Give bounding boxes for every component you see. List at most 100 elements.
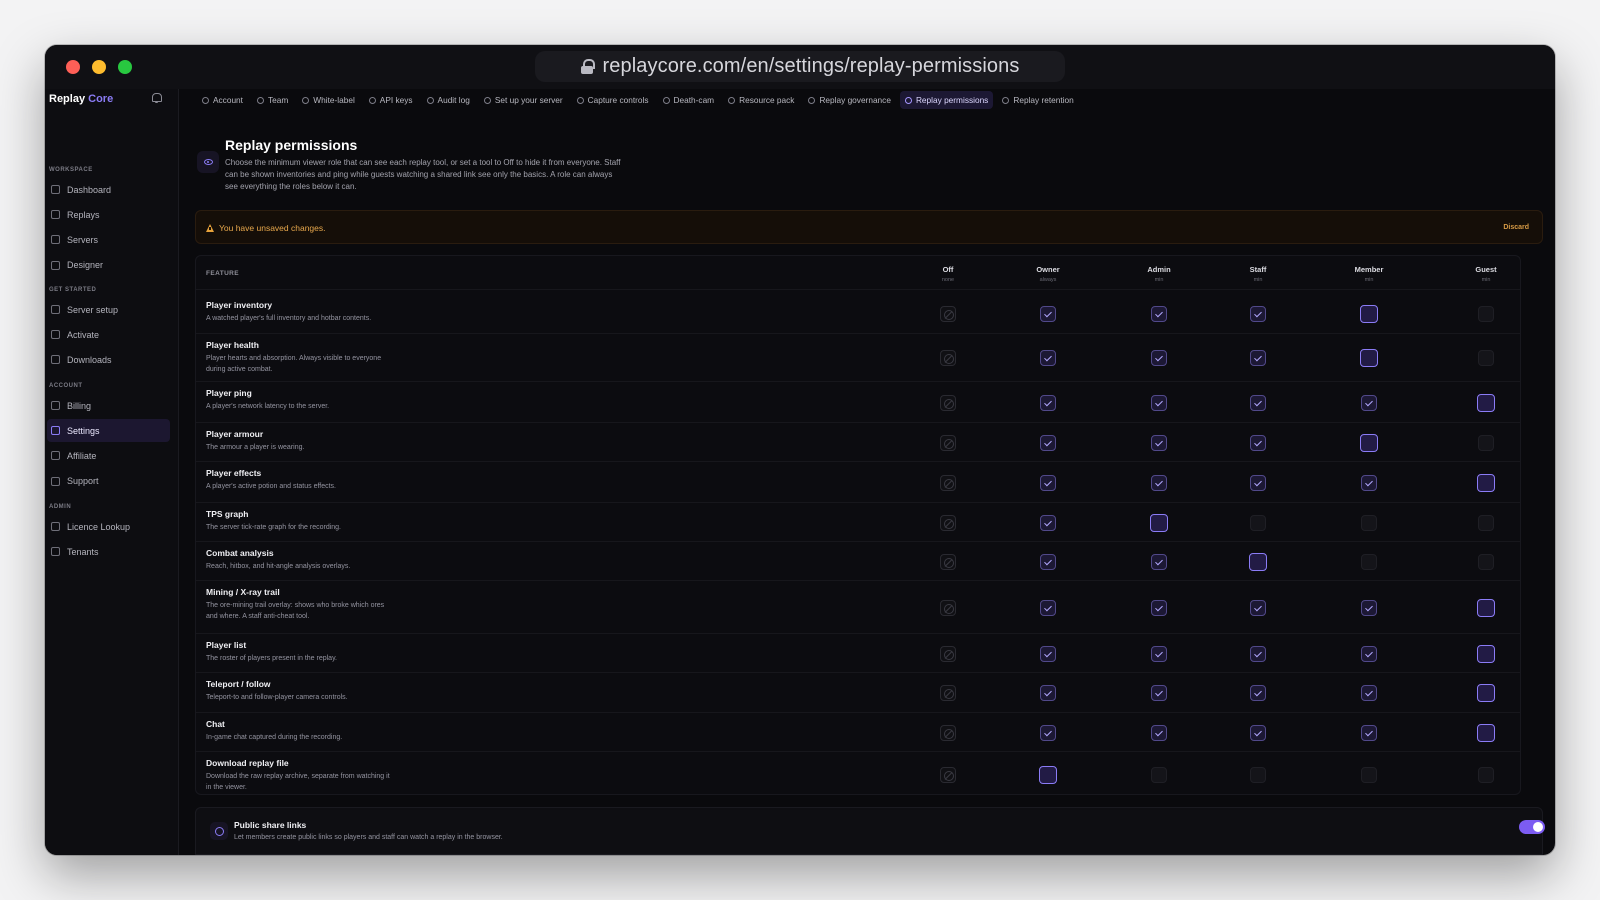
- off-radio[interactable]: [940, 724, 956, 741]
- permission-checkbox-guest[interactable]: [1478, 553, 1494, 570]
- permission-checkbox-staff[interactable]: [1249, 552, 1267, 571]
- permission-checkbox-admin[interactable]: [1151, 553, 1167, 570]
- tab-death-cam[interactable]: Death-cam: [658, 91, 720, 109]
- share-links-toggle[interactable]: [1519, 820, 1545, 834]
- permission-checkbox-member[interactable]: [1361, 685, 1377, 701]
- sidebar-item-settings[interactable]: Settings: [47, 419, 170, 443]
- permission-checkbox-guest[interactable]: [1478, 766, 1494, 783]
- permission-checkbox-member[interactable]: [1361, 766, 1377, 783]
- sidebar-item-affiliate[interactable]: Affiliate: [47, 444, 170, 467]
- sidebar-item-licence-lookup[interactable]: Licence Lookup: [47, 515, 170, 538]
- permission-checkbox-owner[interactable]: [1040, 553, 1056, 570]
- close-window-button[interactable]: [66, 60, 80, 74]
- permission-checkbox-staff[interactable]: [1250, 685, 1266, 701]
- permission-checkbox-staff[interactable]: [1250, 350, 1266, 366]
- permission-checkbox-owner[interactable]: [1040, 474, 1056, 491]
- off-radio[interactable]: [940, 514, 956, 531]
- permission-checkbox-member[interactable]: [1361, 645, 1377, 662]
- sidebar-item-dashboard[interactable]: Dashboard: [47, 178, 170, 201]
- tab-replay-permissions[interactable]: Replay permissions: [899, 91, 994, 109]
- off-radio[interactable]: [940, 306, 956, 322]
- permission-checkbox-staff[interactable]: [1250, 474, 1266, 491]
- sidebar-item-replays[interactable]: Replays: [47, 203, 170, 226]
- permission-checkbox-owner[interactable]: [1040, 724, 1056, 741]
- off-radio[interactable]: [940, 685, 956, 701]
- permission-checkbox-staff[interactable]: [1250, 599, 1266, 616]
- brand-logo[interactable]: Replay Core: [49, 93, 113, 105]
- permission-checkbox-guest[interactable]: [1477, 473, 1495, 492]
- permission-checkbox-staff[interactable]: [1250, 306, 1266, 322]
- off-radio[interactable]: [940, 599, 956, 616]
- off-radio[interactable]: [940, 350, 956, 366]
- sidebar-item-downloads[interactable]: Downloads: [47, 348, 170, 371]
- tab-resource-pack[interactable]: Resource pack: [723, 91, 799, 109]
- permission-checkbox-admin[interactable]: [1151, 599, 1167, 616]
- permission-checkbox-staff[interactable]: [1250, 514, 1266, 531]
- permission-checkbox-owner[interactable]: [1039, 765, 1057, 784]
- permission-checkbox-owner[interactable]: [1040, 645, 1056, 662]
- permission-checkbox-admin[interactable]: [1151, 434, 1167, 451]
- permission-checkbox-guest[interactable]: [1478, 350, 1494, 366]
- tab-white-label[interactable]: White-label: [297, 91, 360, 109]
- off-radio[interactable]: [940, 434, 956, 451]
- permission-checkbox-guest[interactable]: [1478, 306, 1494, 322]
- permission-checkbox-admin[interactable]: [1151, 685, 1167, 701]
- permission-checkbox-owner[interactable]: [1040, 306, 1056, 322]
- permission-checkbox-admin[interactable]: [1151, 766, 1167, 783]
- permission-checkbox-admin[interactable]: [1151, 724, 1167, 741]
- permission-checkbox-admin[interactable]: [1151, 394, 1167, 411]
- permission-checkbox-staff[interactable]: [1250, 434, 1266, 451]
- off-radio[interactable]: [940, 394, 956, 411]
- permission-checkbox-staff[interactable]: [1250, 394, 1266, 411]
- permission-checkbox-owner[interactable]: [1040, 685, 1056, 701]
- off-radio[interactable]: [940, 645, 956, 662]
- permission-checkbox-member[interactable]: [1360, 349, 1378, 367]
- permission-checkbox-staff[interactable]: [1250, 766, 1266, 783]
- off-radio[interactable]: [940, 474, 956, 491]
- permission-checkbox-member[interactable]: [1360, 305, 1378, 323]
- tab-replay-governance[interactable]: Replay governance: [803, 91, 896, 109]
- permission-checkbox-owner[interactable]: [1040, 434, 1056, 451]
- sidebar-item-designer[interactable]: Designer: [47, 254, 170, 277]
- sidebar-item-activate[interactable]: Activate: [47, 323, 170, 346]
- permission-checkbox-member[interactable]: [1361, 724, 1377, 741]
- sidebar-item-tenants[interactable]: Tenants: [47, 540, 170, 563]
- maximize-window-button[interactable]: [118, 60, 132, 74]
- off-radio[interactable]: [940, 766, 956, 783]
- permission-checkbox-admin[interactable]: [1151, 645, 1167, 662]
- sidebar-item-server-setup[interactable]: Server setup: [47, 298, 170, 321]
- tab-account[interactable]: Account: [197, 91, 248, 109]
- permission-checkbox-guest[interactable]: [1477, 598, 1495, 617]
- permission-checkbox-guest[interactable]: [1477, 644, 1495, 663]
- discard-button[interactable]: Discard: [1503, 224, 1529, 231]
- permission-checkbox-staff[interactable]: [1250, 645, 1266, 662]
- permission-checkbox-guest[interactable]: [1477, 684, 1495, 702]
- permission-checkbox-member[interactable]: [1361, 553, 1377, 570]
- tab-audit-log[interactable]: Audit log: [422, 91, 475, 109]
- sidebar-item-servers[interactable]: Servers: [47, 228, 170, 251]
- permission-checkbox-owner[interactable]: [1040, 350, 1056, 366]
- off-radio[interactable]: [940, 553, 956, 570]
- permission-checkbox-member[interactable]: [1361, 514, 1377, 531]
- permission-checkbox-admin[interactable]: [1151, 306, 1167, 322]
- permission-checkbox-owner[interactable]: [1040, 599, 1056, 616]
- minimize-window-button[interactable]: [92, 60, 106, 74]
- permission-checkbox-guest[interactable]: [1478, 434, 1494, 451]
- tab-team[interactable]: Team: [252, 91, 293, 109]
- sidebar-item-billing[interactable]: Billing: [47, 394, 170, 417]
- permission-checkbox-guest[interactable]: [1477, 723, 1495, 742]
- permission-checkbox-admin[interactable]: [1150, 513, 1168, 532]
- permission-checkbox-owner[interactable]: [1040, 394, 1056, 411]
- permission-checkbox-member[interactable]: [1361, 474, 1377, 491]
- permission-checkbox-owner[interactable]: [1040, 514, 1056, 531]
- tab-replay-retention[interactable]: Replay retention: [997, 91, 1078, 109]
- tab-set-up-your-server[interactable]: Set up your server: [479, 91, 568, 109]
- address-bar[interactable]: replaycore.com/en/settings/replay-permis…: [535, 51, 1065, 82]
- permission-checkbox-member[interactable]: [1361, 599, 1377, 616]
- permission-checkbox-member[interactable]: [1360, 433, 1378, 452]
- tab-capture-controls[interactable]: Capture controls: [572, 91, 654, 109]
- tab-api-keys[interactable]: API keys: [364, 91, 418, 109]
- permission-checkbox-admin[interactable]: [1151, 350, 1167, 366]
- sidebar-item-support[interactable]: Support: [47, 470, 170, 493]
- permission-checkbox-staff[interactable]: [1250, 724, 1266, 741]
